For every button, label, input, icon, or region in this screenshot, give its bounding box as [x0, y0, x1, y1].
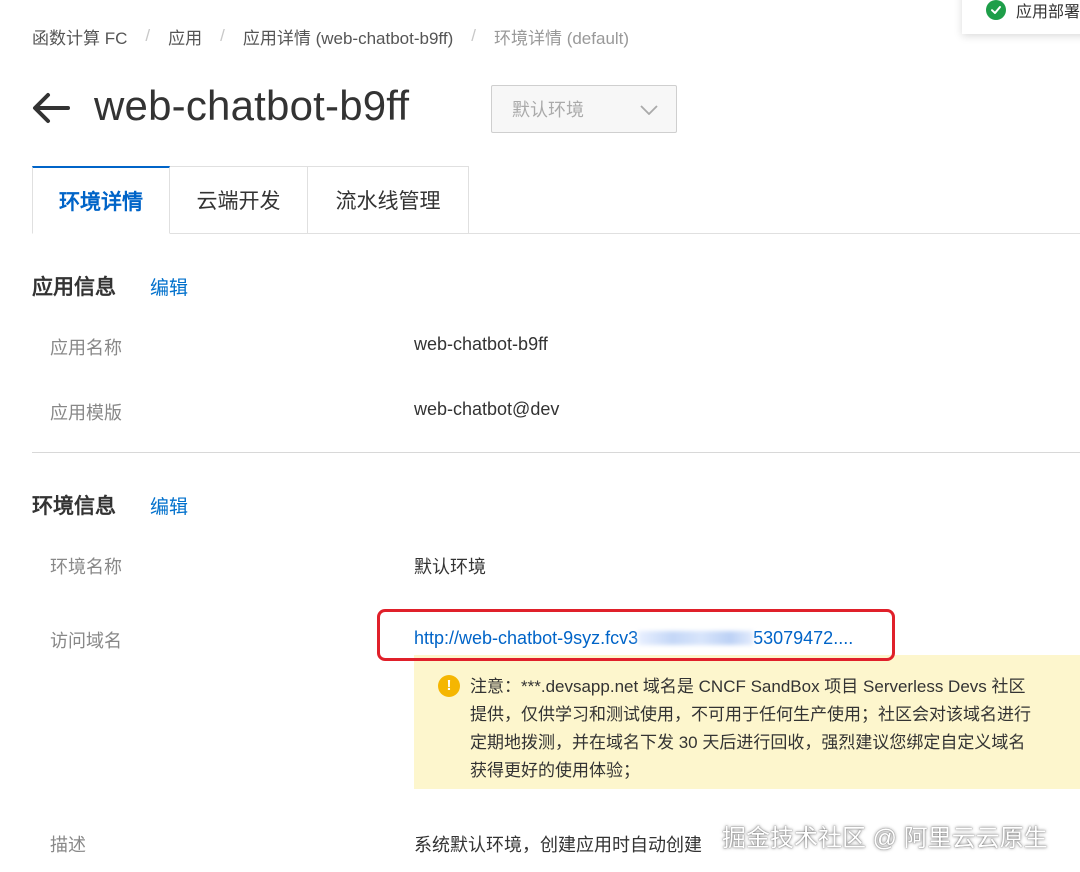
success-toast: 应用部署 — [962, 0, 1080, 34]
notice-line: 获得更好的使用体验； — [470, 761, 640, 780]
environment-select[interactable]: 默认环境 — [491, 85, 677, 133]
access-domain-label: 访问域名 — [50, 631, 122, 651]
domain-notice: ! 注意：***.devsapp.net 域名是 CNCF SandBox 项目… — [414, 655, 1080, 789]
breadcrumb-item-apps[interactable]: 应用 — [168, 24, 202, 49]
notice-line: 定期地拨测，并在域名下发 30 天后进行回收，强烈建议您绑定自定义域名 — [470, 733, 1026, 752]
environment-select-value: 默认环境 — [512, 100, 584, 120]
warning-icon: ! — [438, 675, 460, 697]
tab-pipeline[interactable]: 流水线管理 — [307, 166, 469, 234]
env-name-value: 默认环境 — [414, 557, 486, 577]
app-template-value: web-chatbot@dev — [414, 399, 560, 419]
app-info-title: 应用信息 — [32, 276, 116, 299]
env-info-title: 环境信息 — [32, 495, 116, 518]
description-label: 描述 — [50, 835, 86, 855]
notice-line: 提供，仅供学习和测试使用，不可用于任何生产使用；社区会对该域名进行 — [470, 705, 1031, 724]
app-template-label: 应用模版 — [50, 403, 122, 423]
back-arrow-icon[interactable] — [30, 88, 72, 128]
red-highlight-box — [377, 609, 895, 661]
watermark: 掘金技术社区 @ 阿里云云原生 — [722, 825, 1048, 852]
tab-cloud-dev[interactable]: 云端开发 — [169, 166, 308, 234]
app-name-label: 应用名称 — [50, 338, 122, 358]
breadcrumb-separator: / — [145, 26, 151, 45]
description-value: 系统默认环境，创建应用时自动创建 — [414, 835, 702, 855]
app-name-value: web-chatbot-b9ff — [414, 334, 548, 354]
toast-text: 应用部署 — [1016, 4, 1080, 21]
app-info-edit-link[interactable]: 编辑 — [150, 273, 188, 300]
page-title: web-chatbot-b9ff — [94, 82, 410, 129]
notice-line: 注意：***.devsapp.net 域名是 CNCF SandBox 项目 S… — [470, 677, 1026, 696]
section-divider — [32, 452, 1080, 453]
env-name-label: 环境名称 — [50, 557, 122, 577]
breadcrumb-item-app-detail[interactable]: 应用详情 (web-chatbot-b9ff) — [243, 24, 453, 49]
env-info-edit-link[interactable]: 编辑 — [150, 492, 188, 519]
tab-bar: 环境详情 云端开发 流水线管理 — [32, 166, 1080, 234]
breadcrumb: 函数计算 FC / 应用 / 应用详情 (web-chatbot-b9ff) /… — [32, 24, 629, 48]
tab-env-detail[interactable]: 环境详情 — [32, 166, 170, 234]
check-circle-icon — [986, 0, 1006, 20]
breadcrumb-separator: / — [471, 26, 476, 45]
breadcrumb-separator: / — [220, 26, 225, 45]
chevron-down-icon — [640, 99, 658, 120]
breadcrumb-item-fc[interactable]: 函数计算 FC — [32, 24, 127, 49]
breadcrumb-item-env-detail: 环境详情 (default) — [493, 28, 630, 48]
